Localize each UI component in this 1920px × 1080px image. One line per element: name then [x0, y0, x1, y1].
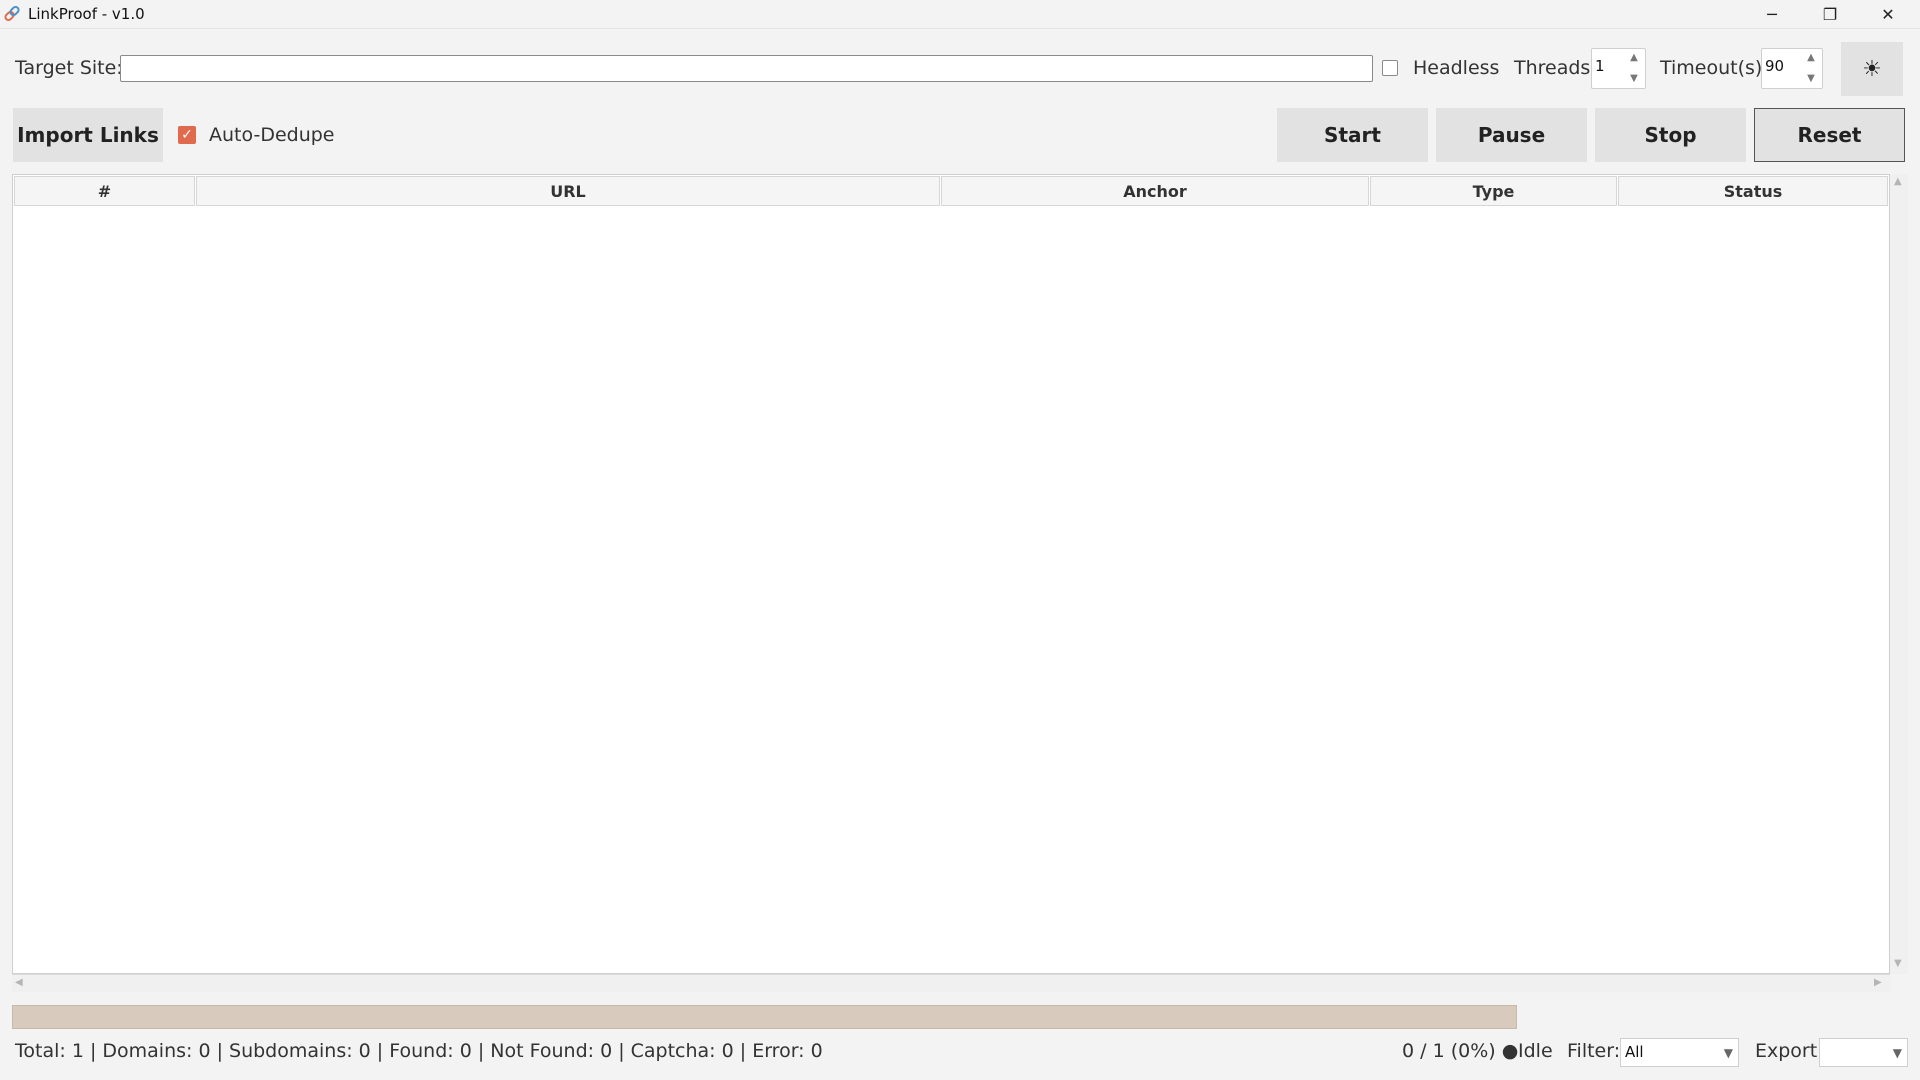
auto-dedupe-checkbox[interactable]: ✓: [178, 126, 196, 144]
timeout-value: 90: [1765, 57, 1785, 75]
pause-button[interactable]: Pause: [1436, 108, 1587, 162]
timeout-spinbox[interactable]: 90 ▲ ▼: [1761, 48, 1823, 89]
scroll-down-icon[interactable]: ▼: [1894, 958, 1902, 969]
checkmark-icon: ✓: [181, 127, 193, 143]
stop-button[interactable]: Stop: [1595, 108, 1746, 162]
column-header-index[interactable]: #: [14, 176, 195, 206]
horizontal-scrollbar[interactable]: ◀ ▶: [12, 974, 1890, 992]
link-icon: [4, 5, 20, 22]
restore-button[interactable]: ❐: [1801, 0, 1859, 29]
close-icon: ✕: [1881, 5, 1895, 24]
column-header-status[interactable]: Status: [1618, 176, 1888, 206]
auto-dedupe-label: Auto-Dedupe: [209, 124, 335, 146]
restore-icon: ❐: [1822, 5, 1838, 24]
column-header-type[interactable]: Type: [1370, 176, 1617, 206]
window-title: LinkProof - v1.0: [28, 5, 145, 23]
title-bar: LinkProof - v1.0 ─ ❐ ✕: [0, 0, 1920, 29]
sun-icon: ☀: [1862, 56, 1882, 82]
progress-bar: [12, 1005, 1517, 1029]
headless-checkbox[interactable]: [1382, 60, 1398, 76]
filter-value: All: [1625, 1043, 1644, 1061]
close-button[interactable]: ✕: [1859, 0, 1917, 29]
target-site-input[interactable]: [120, 55, 1373, 82]
export-dropdown[interactable]: ▼: [1819, 1038, 1908, 1067]
column-header-anchor[interactable]: Anchor: [941, 176, 1369, 206]
scroll-left-icon[interactable]: ◀: [15, 977, 23, 988]
chevron-down-icon: ▼: [1892, 1046, 1902, 1060]
filter-label: Filter:: [1567, 1040, 1621, 1062]
import-links-button[interactable]: Import Links: [13, 108, 163, 162]
target-site-label: Target Site:: [15, 57, 123, 79]
chevron-down-icon: ▼: [1723, 1046, 1733, 1060]
reset-button[interactable]: Reset: [1754, 108, 1905, 162]
filter-dropdown[interactable]: All ▼: [1620, 1038, 1739, 1067]
scroll-right-icon[interactable]: ▶: [1874, 977, 1882, 988]
vertical-scrollbar[interactable]: ▲ ▼: [1890, 174, 1908, 974]
start-button[interactable]: Start: [1277, 108, 1428, 162]
minimize-button[interactable]: ─: [1743, 0, 1801, 29]
column-header-url[interactable]: URL: [196, 176, 940, 206]
minimize-icon: ─: [1767, 5, 1777, 24]
threads-up-icon[interactable]: ▲: [1630, 50, 1638, 66]
results-table[interactable]: [12, 174, 1890, 974]
timeout-down-icon[interactable]: ▼: [1807, 71, 1815, 87]
threads-down-icon[interactable]: ▼: [1630, 71, 1638, 87]
theme-toggle-button[interactable]: ☀: [1841, 42, 1903, 96]
timeout-label: Timeout(s):: [1660, 57, 1769, 79]
scroll-up-icon[interactable]: ▲: [1894, 176, 1902, 187]
state-label: Idle: [1518, 1040, 1553, 1062]
timeout-up-icon[interactable]: ▲: [1807, 50, 1815, 66]
threads-label: Threads:: [1514, 57, 1597, 79]
headless-label: Headless: [1413, 57, 1500, 79]
threads-value: 1: [1595, 57, 1605, 75]
threads-spinbox[interactable]: 1 ▲ ▼: [1591, 48, 1646, 89]
status-summary: Total: 1 | Domains: 0 | Subdomains: 0 | …: [15, 1040, 823, 1062]
progress-count: 0 / 1 (0%) ●: [1402, 1040, 1519, 1062]
export-label: Export:: [1755, 1040, 1824, 1062]
